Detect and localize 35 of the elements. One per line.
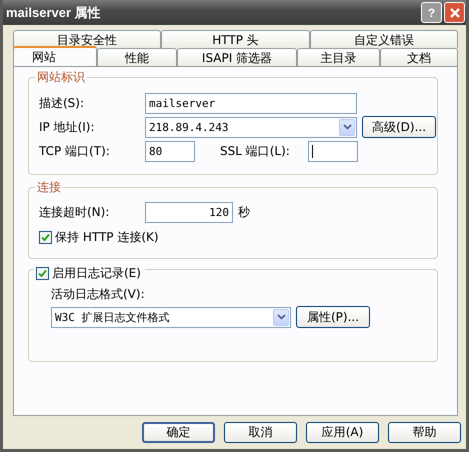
field-label: TCP 端口(T): xyxy=(39,142,111,160)
dialog-button[interactable]: 帮助 xyxy=(388,422,461,443)
keep-alive-checkbox[interactable]: 保持 HTTP 连接(K) xyxy=(39,226,437,248)
tab[interactable]: HTTP 头 xyxy=(161,30,310,48)
check-icon xyxy=(38,268,47,278)
ip-address-dropdown[interactable]: 218.89.4.243 xyxy=(145,116,357,138)
field-label: SSL 端口(L): xyxy=(220,142,291,160)
description-field[interactable]: mailserver xyxy=(145,92,357,114)
field-label: IP 地址(I): xyxy=(39,118,96,136)
close-icon xyxy=(448,6,460,18)
dialog-button[interactable]: 取消 xyxy=(224,422,297,443)
tcp-port-field[interactable]: 80 xyxy=(145,140,195,162)
dialog-button[interactable]: 应用(A) xyxy=(306,422,379,443)
tab[interactable]: 性能 xyxy=(97,48,177,66)
timeout-field[interactable]: 120 xyxy=(145,202,233,222)
tab[interactable]: 目录安全性 xyxy=(13,30,162,48)
tab[interactable]: 网站 xyxy=(13,46,97,66)
tab[interactable]: 文档 xyxy=(380,48,458,66)
tab[interactable]: ISAPI 筛选器 xyxy=(177,48,297,66)
field-label: 活动日志格式(V): xyxy=(51,286,146,303)
field-label: 连接超时(N): xyxy=(39,204,110,220)
check-icon xyxy=(41,232,50,242)
advanced-button[interactable]: 高级(D)... xyxy=(362,116,436,138)
dialog-button[interactable]: 确定 xyxy=(142,422,215,443)
properties-button[interactable]: 属性(P)... xyxy=(296,306,370,328)
ssl-port-field[interactable] xyxy=(308,140,358,162)
window-title: mailserver 属性 xyxy=(6,4,101,22)
group-title: 网站标识 xyxy=(35,69,87,86)
tab[interactable]: 主目录 xyxy=(297,48,380,66)
close-button[interactable] xyxy=(444,2,465,23)
tab[interactable]: 自定义错误 xyxy=(310,30,458,48)
log-format-dropdown[interactable]: W3C 扩展日志文件格式 xyxy=(51,306,291,328)
group-title: 连接 xyxy=(35,179,63,196)
field-label: 描述(S): xyxy=(39,94,86,112)
unit-label: 秒 xyxy=(238,204,250,220)
